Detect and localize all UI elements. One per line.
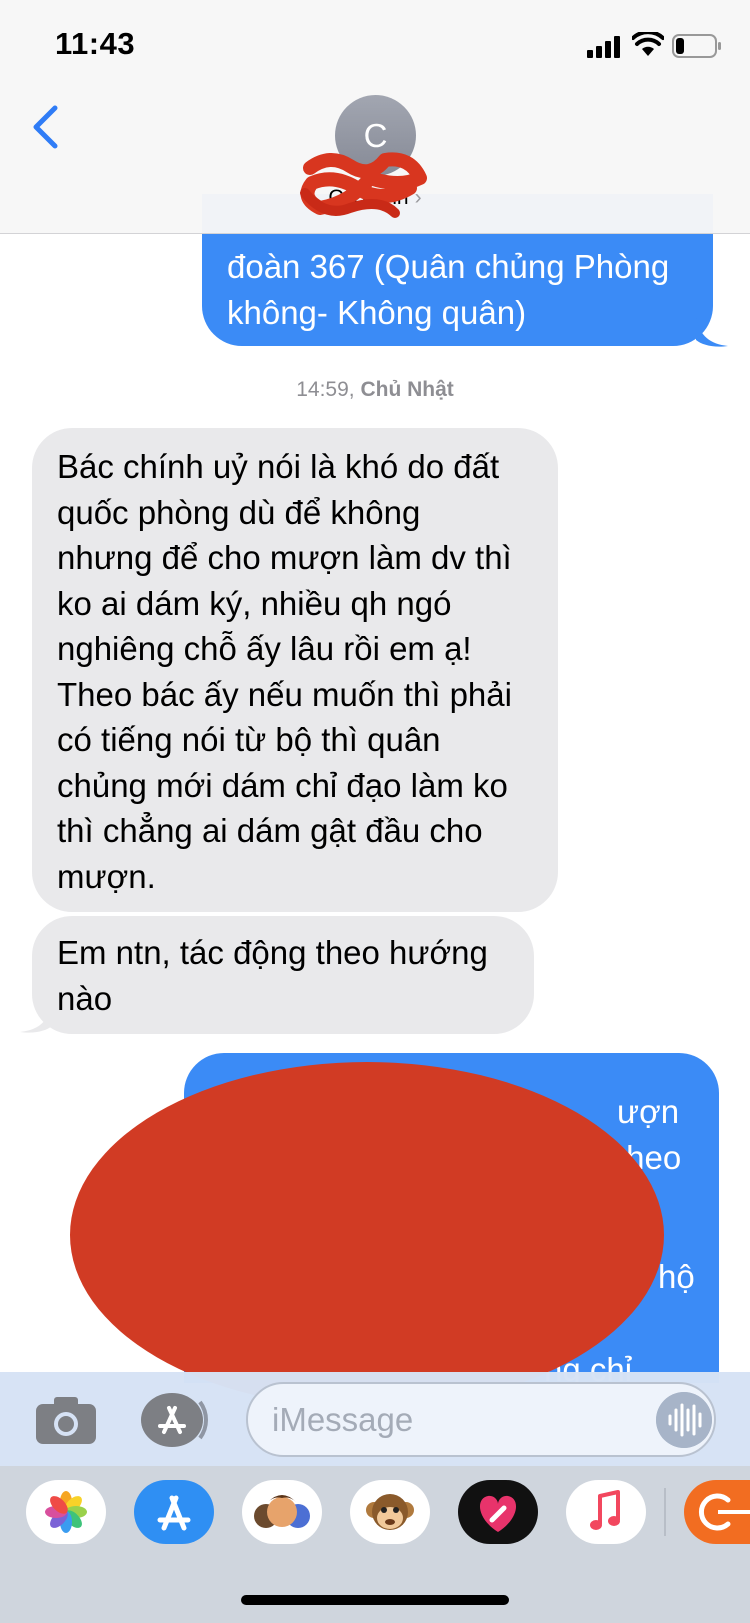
drawer-divider	[664, 1488, 666, 1536]
app-store-app-icon[interactable]	[134, 1480, 214, 1544]
bubble-tail	[696, 318, 728, 347]
music-app-icon[interactable]	[566, 1480, 646, 1544]
app-drawer	[0, 1466, 750, 1623]
app-store-icon[interactable]	[140, 1392, 210, 1448]
message-text: Bác chính uỷ nói là khó do đất quốc phòn…	[57, 448, 512, 895]
memoji-app-icon[interactable]	[242, 1480, 322, 1544]
incoming-message-1[interactable]: Bác chính uỷ nói là khó do đất quốc phòn…	[32, 428, 558, 912]
waveform-icon[interactable]	[656, 1392, 712, 1448]
status-time: 11:43	[55, 26, 136, 61]
photos-app-icon[interactable]	[26, 1480, 106, 1544]
message-text: Em ntn, tác động theo hướng nào	[57, 934, 488, 1017]
timestamp-day: Chủ Nhật	[360, 378, 454, 401]
timestamp-time: 14:59,	[296, 378, 355, 401]
redaction-mark	[70, 1062, 664, 1408]
conversation-header: 11:43 C C Thanh ›	[0, 0, 750, 234]
other-app-icon[interactable]	[684, 1480, 750, 1544]
message-fragment: hộ	[658, 1258, 695, 1295]
chevron-left-icon[interactable]	[30, 104, 60, 150]
cellular-signal-icon	[587, 36, 620, 58]
home-indicator[interactable]	[241, 1595, 509, 1605]
digital-touch-app-icon[interactable]	[458, 1480, 538, 1544]
bubble-tail	[20, 1004, 52, 1033]
redaction-scribble	[300, 152, 427, 218]
message-text: đoàn 367 (Quân chủng Phòng không- Không …	[227, 248, 670, 331]
camera-icon[interactable]	[34, 1394, 98, 1446]
message-input[interactable]	[272, 1384, 632, 1455]
input-bar	[0, 1372, 750, 1466]
wifi-icon	[632, 32, 664, 56]
incoming-message-2[interactable]: Em ntn, tác động theo hướng nào	[32, 916, 534, 1034]
animoji-app-icon[interactable]	[350, 1480, 430, 1544]
timestamp: 14:59, Chủ Nhật	[0, 378, 750, 402]
message-field[interactable]	[246, 1382, 716, 1457]
battery-icon	[672, 34, 721, 58]
